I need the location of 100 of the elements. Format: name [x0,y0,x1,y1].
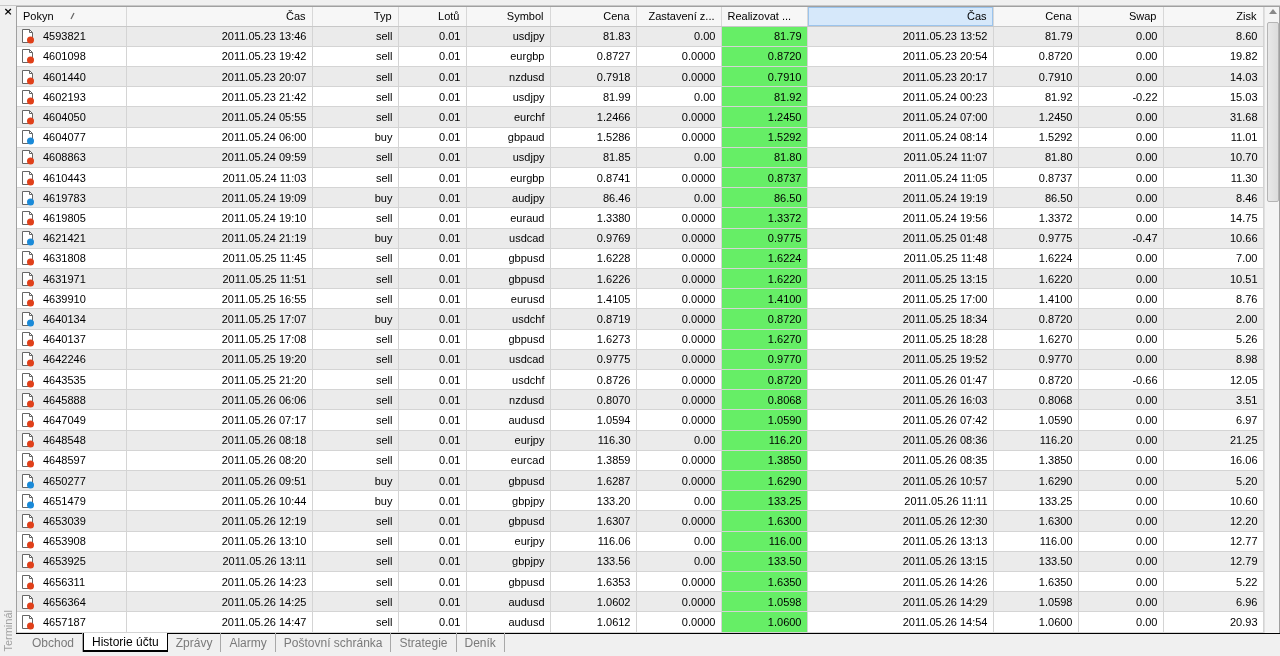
scroll-up-arrow-icon[interactable] [1268,9,1277,14]
table-cell: 4602193 [43,90,86,103]
column-header[interactable]: Čas [126,7,312,26]
table-cell: 0.00 [636,531,721,552]
tab[interactable]: Historie účtu [83,633,168,652]
order-document-icon [21,553,35,570]
table-cell: 81.85 [550,147,636,168]
table-cell: -0.22 [1078,86,1163,107]
column-header[interactable]: Čas [807,7,993,26]
table-cell: 4640134 [43,312,86,325]
table-cell: 0.01 [398,26,466,47]
table-cell: 1.6307 [550,510,636,532]
tab[interactable]: Strategie [391,633,457,652]
table-cell: eurchf [466,106,550,127]
table-cell: sell [312,450,398,471]
table-cell: 2011.05.24 08:14 [807,127,993,148]
table-cell: 0.0000 [636,308,721,330]
order-document-icon [21,432,35,449]
table-cell: audusd [466,591,550,612]
column-header[interactable]: Pokyn [17,7,126,26]
table-cell: 1.6224 [993,248,1078,269]
table-cell: 8.76 [1163,288,1263,309]
table-cell: 0.0000 [636,470,721,491]
table-cell: 0.0000 [636,409,721,431]
order-document-icon [21,472,35,489]
table-cell: 2011.05.26 13:11 [126,551,312,572]
table-cell: 16.06 [1163,450,1263,471]
table-cell: 1.6290 [993,470,1078,491]
table-cell: 86.46 [550,187,636,208]
table-cell: 86.50 [993,187,1078,208]
table-cell: 0.00 [1078,147,1163,168]
column-header[interactable]: Realizovat ... [721,7,807,26]
table-cell: 4656364 [43,595,86,608]
tab[interactable]: Deník [456,633,505,652]
order-document-icon [21,108,35,125]
column-header[interactable]: Symbol [466,7,550,26]
table-cell: 14.03 [1163,66,1263,87]
column-header[interactable]: Cena [993,7,1078,26]
table-cell: 0.01 [398,167,466,188]
table-cell: sell [312,349,398,370]
table-cell: 0.0000 [636,106,721,127]
table-cell: 2011.05.26 13:13 [807,531,993,552]
table-cell: 2011.05.26 07:17 [126,409,312,431]
table-cell: usdchf [466,308,550,330]
table-cell: 2011.05.25 16:55 [126,288,312,309]
order-document-icon [21,593,35,610]
table-cell: 19.82 [1163,46,1263,67]
table-cell: 1.6287 [550,470,636,491]
column-header[interactable]: Zisk [1163,7,1263,26]
table-cell: 0.0000 [636,268,721,289]
table-cell: 0.01 [398,187,466,208]
table-cell: 0.00 [636,187,721,208]
tab[interactable]: Zprávy [167,633,222,652]
column-header[interactable]: Cena [550,7,636,26]
table-cell: 7.00 [1163,248,1263,269]
table-cell: 1.0590 [993,409,1078,431]
table-cell: 1.3372 [993,207,1078,229]
table-cell: sell [312,611,398,633]
table-cell: 0.00 [1078,510,1163,532]
table-cell: 133.20 [550,490,636,511]
table-cell: 0.01 [398,228,466,249]
table-cell: 11.01 [1163,127,1263,148]
table-cell: 133.25 [993,490,1078,511]
table-cell: 133.56 [550,551,636,572]
scrollbar-thumb[interactable] [1266,22,1279,202]
table-cell: 2011.05.25 17:07 [126,308,312,330]
table-cell: usdjpy [466,86,550,107]
table-cell: 0.00 [1078,531,1163,552]
table-cell: 0.9775 [550,349,636,370]
table-cell: 0.0000 [636,349,721,370]
table-cell: 31.68 [1163,106,1263,127]
close-button[interactable]: × [2,6,14,18]
table-cell: 2011.05.23 20:17 [807,66,993,87]
tab[interactable]: Alarmy [221,633,276,652]
table-cell: 5.26 [1163,329,1263,350]
table-cell: buy [312,490,398,511]
table-cell: 0.0000 [636,329,721,350]
table-cell: 2011.05.26 14:26 [807,571,993,592]
table-cell: 4601440 [43,70,86,83]
column-header[interactable]: Lotů [398,7,466,26]
table-cell: euraud [466,207,550,229]
table-cell: 5.22 [1163,571,1263,592]
table-cell: 4619805 [43,211,86,224]
table-cell: 2011.05.26 08:36 [807,430,993,451]
column-header[interactable]: Typ [312,7,398,26]
table-cell: audusd [466,409,550,431]
table-cell: 0.8720 [993,308,1078,330]
table-cell: 2011.05.23 20:54 [807,46,993,67]
table-cell: sell [312,46,398,67]
table-cell: 0.00 [1078,66,1163,87]
table-cell: 2011.05.24 05:55 [126,106,312,127]
table-cell: gbpusd [466,571,550,592]
table-cell: 0.9775 [993,228,1078,249]
column-header[interactable]: Swap [1078,7,1163,26]
table-cell: 0.01 [398,248,466,269]
table-cell: 1.6353 [550,571,636,592]
tab[interactable]: Poštovní schránka [275,633,392,652]
table-cell: 0.0000 [636,66,721,87]
column-header[interactable]: Zastavení z... [636,7,721,26]
table-cell: 0.00 [636,86,721,107]
